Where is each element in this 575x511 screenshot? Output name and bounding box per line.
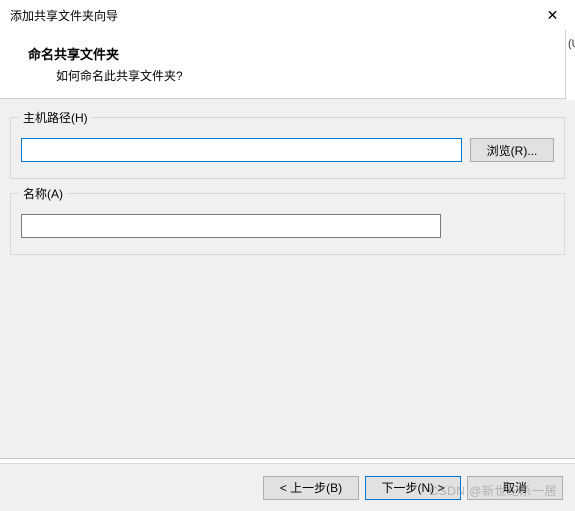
- close-button[interactable]: ✕: [530, 0, 575, 30]
- host-path-label-wrap: 主机路径(H): [19, 109, 92, 126]
- name-row: [21, 214, 554, 238]
- close-icon: ✕: [547, 7, 559, 24]
- window-title: 添加共享文件夹向导: [10, 7, 118, 24]
- background-fragment-text: (U: [568, 38, 575, 50]
- name-group: 名称(A): [10, 193, 565, 255]
- wizard-subheading: 如何命名此共享文件夹?: [56, 67, 565, 84]
- host-path-row: 浏览(R)...: [21, 138, 554, 162]
- wizard-footer: < 上一步(B) 下一步(N) > 取消: [0, 463, 575, 511]
- host-path-group: 主机路径(H) 浏览(R)...: [10, 117, 565, 179]
- host-path-label: 主机路径(H): [23, 109, 88, 126]
- name-input[interactable]: [21, 214, 441, 238]
- background-fragment: (U: [565, 30, 575, 100]
- browse-button[interactable]: 浏览(R)...: [470, 138, 554, 162]
- titlebar: 添加共享文件夹向导 ✕: [0, 0, 575, 30]
- wizard-heading: 命名共享文件夹: [28, 44, 565, 63]
- wizard-header: 命名共享文件夹 如何命名此共享文件夹?: [0, 30, 575, 99]
- name-label: 名称(A): [23, 185, 63, 202]
- name-label-wrap: 名称(A): [19, 185, 67, 202]
- back-button[interactable]: < 上一步(B): [263, 476, 359, 500]
- next-button[interactable]: 下一步(N) >: [365, 476, 461, 500]
- cancel-button[interactable]: 取消: [467, 476, 563, 500]
- host-path-input[interactable]: [21, 138, 462, 162]
- wizard-content: 主机路径(H) 浏览(R)... 名称(A): [0, 99, 575, 459]
